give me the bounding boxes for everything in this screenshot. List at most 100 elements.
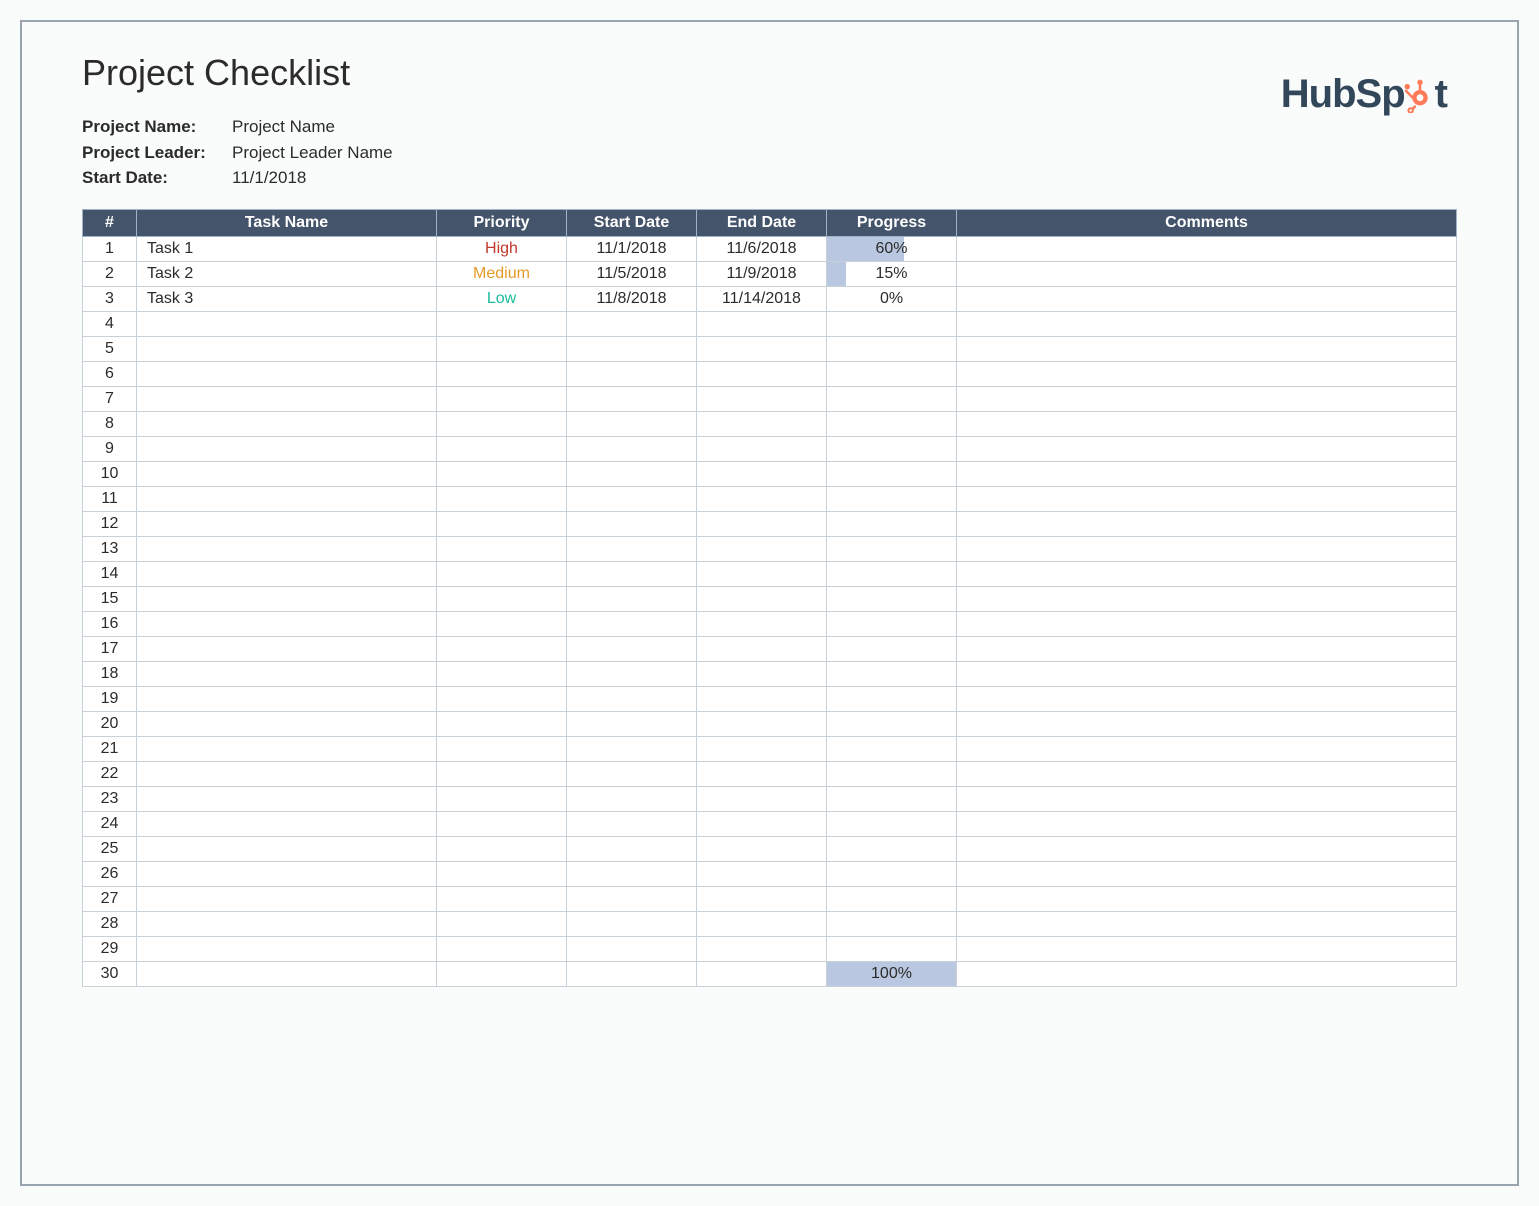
cell-end-date[interactable] — [697, 611, 827, 636]
cell-task[interactable] — [137, 911, 437, 936]
cell-end-date[interactable]: 11/9/2018 — [697, 261, 827, 286]
cell-start-date[interactable] — [567, 786, 697, 811]
cell-end-date[interactable] — [697, 811, 827, 836]
cell-num[interactable]: 11 — [83, 486, 137, 511]
cell-priority[interactable] — [437, 961, 567, 986]
cell-task[interactable] — [137, 661, 437, 686]
cell-start-date[interactable] — [567, 611, 697, 636]
cell-num[interactable]: 14 — [83, 561, 137, 586]
cell-end-date[interactable] — [697, 761, 827, 786]
cell-start-date[interactable]: 11/1/2018 — [567, 236, 697, 261]
cell-end-date[interactable] — [697, 461, 827, 486]
cell-end-date[interactable] — [697, 411, 827, 436]
cell-num[interactable]: 9 — [83, 436, 137, 461]
cell-end-date[interactable] — [697, 586, 827, 611]
cell-task[interactable] — [137, 861, 437, 886]
cell-num[interactable]: 7 — [83, 386, 137, 411]
cell-num[interactable]: 15 — [83, 586, 137, 611]
cell-task[interactable] — [137, 836, 437, 861]
cell-start-date[interactable] — [567, 911, 697, 936]
cell-priority[interactable] — [437, 411, 567, 436]
cell-start-date[interactable] — [567, 761, 697, 786]
cell-progress[interactable] — [827, 461, 957, 486]
cell-progress[interactable] — [827, 861, 957, 886]
cell-end-date[interactable]: 11/6/2018 — [697, 236, 827, 261]
cell-end-date[interactable] — [697, 686, 827, 711]
cell-num[interactable]: 20 — [83, 711, 137, 736]
cell-priority[interactable] — [437, 311, 567, 336]
cell-end-date[interactable] — [697, 311, 827, 336]
cell-start-date[interactable] — [567, 636, 697, 661]
cell-start-date[interactable] — [567, 586, 697, 611]
cell-progress[interactable] — [827, 661, 957, 686]
cell-num[interactable]: 18 — [83, 661, 137, 686]
cell-comments[interactable] — [957, 861, 1457, 886]
cell-num[interactable]: 25 — [83, 836, 137, 861]
cell-progress[interactable] — [827, 511, 957, 536]
cell-end-date[interactable] — [697, 861, 827, 886]
cell-start-date[interactable] — [567, 386, 697, 411]
cell-start-date[interactable] — [567, 936, 697, 961]
cell-task[interactable] — [137, 736, 437, 761]
cell-priority[interactable] — [437, 361, 567, 386]
cell-comments[interactable] — [957, 686, 1457, 711]
cell-task[interactable] — [137, 936, 437, 961]
cell-progress[interactable] — [827, 636, 957, 661]
cell-comments[interactable] — [957, 411, 1457, 436]
cell-start-date[interactable] — [567, 486, 697, 511]
cell-comments[interactable] — [957, 711, 1457, 736]
cell-task[interactable] — [137, 511, 437, 536]
cell-progress[interactable] — [827, 611, 957, 636]
cell-task[interactable] — [137, 586, 437, 611]
cell-start-date[interactable] — [567, 536, 697, 561]
cell-start-date[interactable] — [567, 886, 697, 911]
cell-num[interactable]: 23 — [83, 786, 137, 811]
cell-start-date[interactable] — [567, 836, 697, 861]
cell-start-date[interactable] — [567, 511, 697, 536]
cell-start-date[interactable] — [567, 711, 697, 736]
cell-task[interactable]: Task 1 — [137, 236, 437, 261]
cell-progress[interactable]: 15% — [827, 261, 957, 286]
cell-end-date[interactable] — [697, 386, 827, 411]
cell-comments[interactable] — [957, 736, 1457, 761]
cell-start-date[interactable] — [567, 961, 697, 986]
cell-progress[interactable] — [827, 886, 957, 911]
cell-priority[interactable] — [437, 936, 567, 961]
cell-task[interactable] — [137, 536, 437, 561]
cell-progress[interactable]: 0% — [827, 286, 957, 311]
cell-progress[interactable]: 100% — [827, 961, 957, 986]
cell-comments[interactable] — [957, 361, 1457, 386]
cell-progress[interactable] — [827, 936, 957, 961]
cell-task[interactable] — [137, 886, 437, 911]
cell-num[interactable]: 17 — [83, 636, 137, 661]
cell-priority[interactable] — [437, 736, 567, 761]
cell-progress[interactable] — [827, 336, 957, 361]
cell-priority[interactable] — [437, 511, 567, 536]
cell-priority[interactable] — [437, 861, 567, 886]
cell-start-date[interactable] — [567, 661, 697, 686]
cell-task[interactable] — [137, 711, 437, 736]
cell-priority[interactable] — [437, 661, 567, 686]
cell-start-date[interactable]: 11/5/2018 — [567, 261, 697, 286]
cell-end-date[interactable] — [697, 361, 827, 386]
cell-comments[interactable] — [957, 611, 1457, 636]
cell-num[interactable]: 21 — [83, 736, 137, 761]
cell-comments[interactable] — [957, 461, 1457, 486]
cell-end-date[interactable] — [697, 536, 827, 561]
cell-task[interactable] — [137, 436, 437, 461]
cell-priority[interactable] — [437, 911, 567, 936]
cell-num[interactable]: 16 — [83, 611, 137, 636]
cell-comments[interactable] — [957, 636, 1457, 661]
cell-comments[interactable] — [957, 761, 1457, 786]
cell-comments[interactable] — [957, 836, 1457, 861]
cell-task[interactable] — [137, 311, 437, 336]
cell-priority[interactable] — [437, 636, 567, 661]
cell-progress[interactable] — [827, 911, 957, 936]
cell-progress[interactable] — [827, 786, 957, 811]
cell-task[interactable] — [137, 686, 437, 711]
cell-num[interactable]: 10 — [83, 461, 137, 486]
cell-comments[interactable] — [957, 961, 1457, 986]
cell-task[interactable] — [137, 811, 437, 836]
cell-priority[interactable] — [437, 761, 567, 786]
cell-comments[interactable] — [957, 236, 1457, 261]
